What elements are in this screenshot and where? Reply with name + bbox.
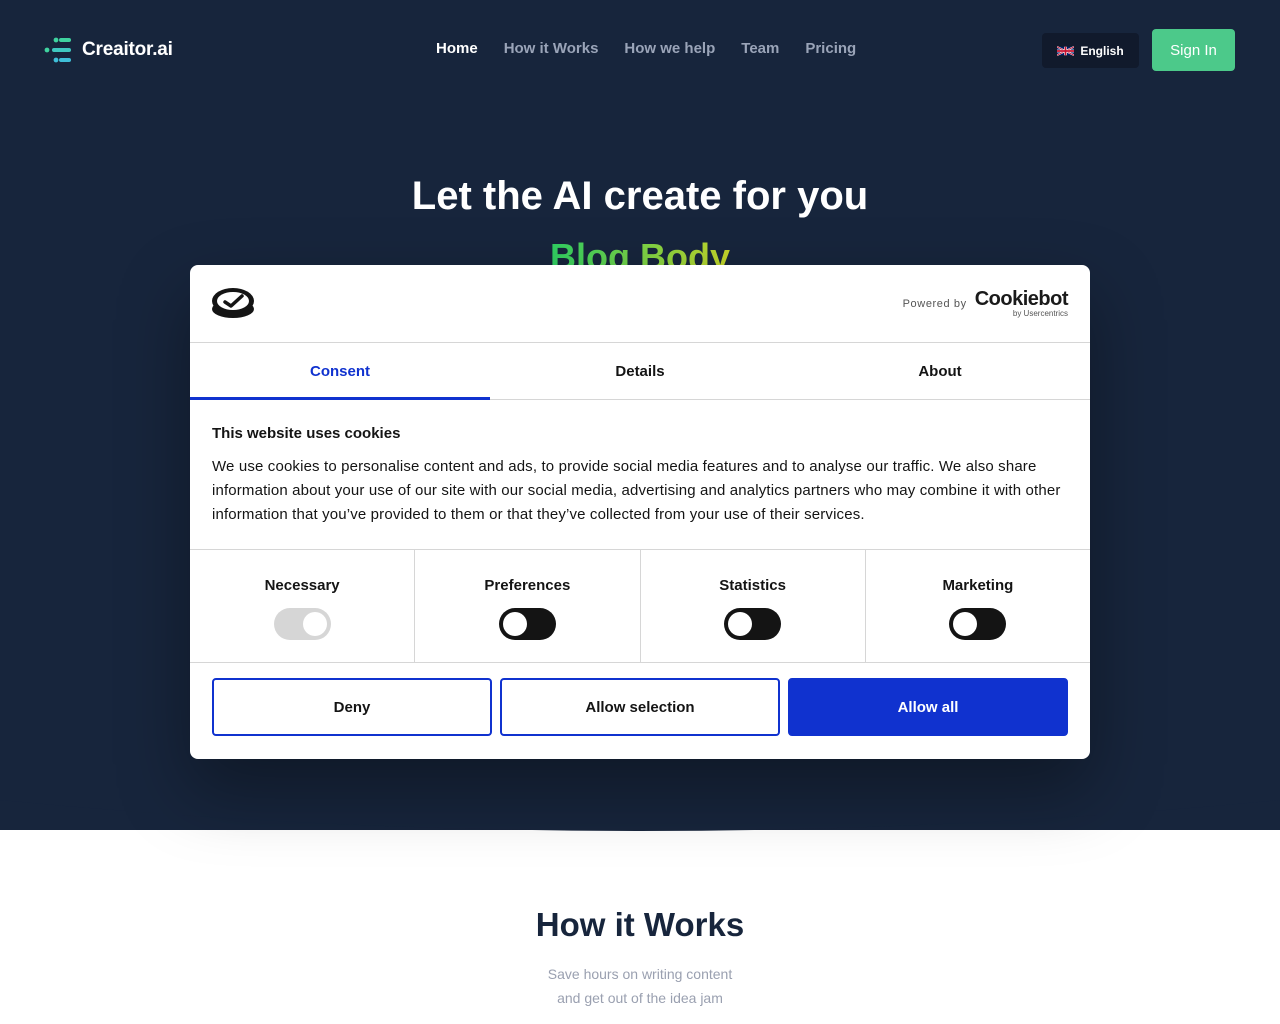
- cookie-dialog-actions: Deny Allow selection Allow all: [212, 678, 1068, 736]
- hero-title: Let the AI create for you: [411, 174, 869, 218]
- necessary-toggle: [273, 608, 331, 640]
- cookiebot-by-usercentrics: by Usercentrics: [1012, 309, 1068, 318]
- brand-name: Creaitor.ai: [82, 39, 173, 60]
- nav-home[interactable]: Home: [436, 40, 478, 57]
- powered-by-cookiebot[interactable]: Powered by Cookiebot by Usercentrics: [902, 288, 1069, 319]
- tab-consent[interactable]: Consent: [190, 343, 490, 400]
- toggle-cell-marketing: Marketing: [866, 550, 1090, 662]
- how-it-works-subtitle-line-2: and get out of the idea jam: [557, 990, 723, 1006]
- cookie-dialog-heading: This website uses cookies: [212, 425, 401, 442]
- toggle-cell-necessary: Necessary: [190, 550, 416, 662]
- toggle-label-necessary: Necessary: [264, 577, 340, 594]
- toggle-knob: [728, 612, 753, 636]
- how-it-works-subtitle-line-1: Save hours on writing content: [547, 966, 733, 982]
- main-nav: Home How it Works How we help Team Prici…: [436, 40, 856, 57]
- brand-logo-link[interactable]: Creaitor.ai: [44, 36, 173, 64]
- sign-in-button[interactable]: Sign In: [1152, 29, 1235, 71]
- toggle-cell-statistics: Statistics: [641, 550, 866, 662]
- cookie-dialog-header: Powered by Cookiebot by Usercentrics: [190, 265, 1090, 343]
- marketing-toggle[interactable]: [949, 608, 1007, 640]
- toggle-knob: [502, 612, 527, 636]
- language-label: English: [1080, 43, 1124, 58]
- preferences-toggle[interactable]: [498, 608, 556, 640]
- cookie-consent-dialog: Powered by Cookiebot by Usercentrics Con…: [190, 265, 1090, 759]
- nav-team[interactable]: Team: [741, 40, 779, 57]
- toggle-label-preferences: Preferences: [484, 577, 571, 594]
- allow-all-button[interactable]: Allow all: [788, 678, 1068, 736]
- cookie-dialog-tabs: Consent Details About: [190, 343, 1090, 400]
- cookie-banner-logo-icon: [212, 288, 254, 318]
- nav-pricing[interactable]: Pricing: [805, 40, 856, 57]
- language-selector[interactable]: English: [1042, 33, 1139, 68]
- toggle-cell-preferences: Preferences: [415, 550, 641, 662]
- tab-about[interactable]: About: [790, 343, 1090, 399]
- toggle-knob: [302, 612, 327, 636]
- cookie-dialog-body: This website uses cookies We use cookies…: [212, 425, 1068, 527]
- cookiebot-logo: Cookiebot by Usercentrics: [974, 288, 1069, 319]
- how-it-works-title: How it Works: [535, 906, 745, 943]
- statistics-toggle[interactable]: [724, 608, 782, 640]
- toggle-knob: [953, 612, 978, 636]
- allow-selection-button[interactable]: Allow selection: [500, 678, 780, 736]
- nav-how-it-works[interactable]: How it Works: [504, 40, 599, 57]
- nav-how-we-help[interactable]: How we help: [624, 40, 715, 57]
- cookie-dialog-text: We use cookies to personalise content an…: [212, 458, 1061, 523]
- powered-by-label: Powered by: [902, 298, 967, 310]
- creaitor-logo-icon: [44, 37, 71, 63]
- tab-details[interactable]: Details: [490, 343, 790, 399]
- deny-button[interactable]: Deny: [212, 678, 492, 736]
- uk-flag-icon: [1057, 45, 1075, 56]
- toggle-label-marketing: Marketing: [942, 577, 1014, 594]
- cookiebot-name: Cookiebot: [974, 288, 1069, 310]
- cookie-category-toggles: Necessary Preferences Statistics Marketi…: [190, 549, 1090, 663]
- how-it-works-subtitle: Save hours on writing content and get ou…: [0, 962, 1280, 1010]
- toggle-label-statistics: Statistics: [719, 577, 786, 594]
- hero-bottom-curve: [0, 800, 1280, 831]
